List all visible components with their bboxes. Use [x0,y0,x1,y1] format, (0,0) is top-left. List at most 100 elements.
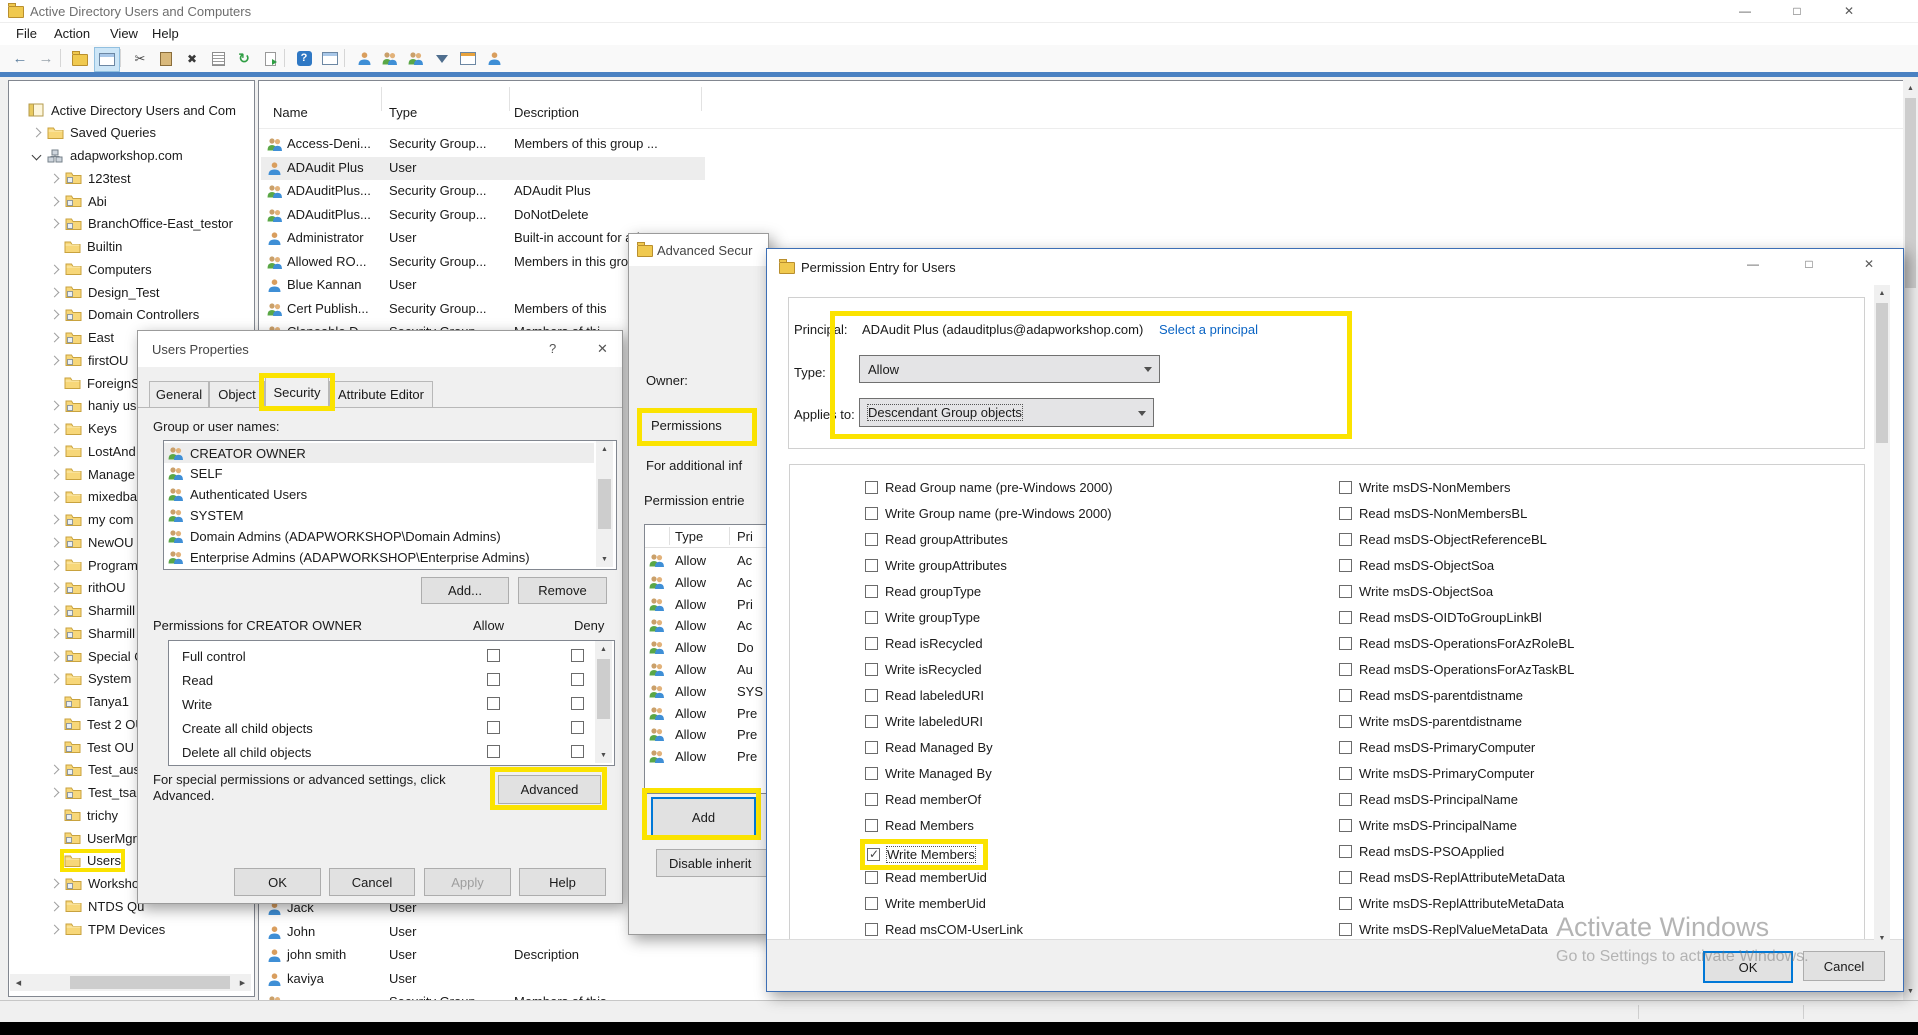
allow-checkbox[interactable] [487,721,500,734]
tree-item-body[interactable]: ForeignS [64,376,140,391]
permission-checkbox-row[interactable]: Write groupAttributes [865,558,1007,580]
permission-checkbox[interactable] [1339,481,1352,494]
up-level-icon[interactable] [68,47,92,70]
ok-button[interactable]: OK [1703,951,1793,983]
tree-item-body[interactable]: Test OU [64,740,134,755]
tree-item-east[interactable]: East [51,327,114,349]
scroll-up-icon[interactable]: ▲ [596,441,613,457]
tree-item-sharmill[interactable]: Sharmill [51,622,135,644]
chevron-right-icon[interactable] [50,401,60,411]
chevron-right-icon[interactable] [50,355,60,365]
menu-file[interactable]: File [10,26,43,44]
permission-entry-row[interactable]: AllowPre [645,704,769,724]
checkbox-row-body[interactable]: Read msDS-PrincipalName [1339,792,1518,807]
allow-checkbox[interactable] [487,673,500,686]
permission-checkbox-row[interactable]: Write msDS-NonMembers [1339,480,1510,502]
permission-entry-row[interactable]: AllowAc [645,551,769,571]
column-header-name[interactable]: Name [273,105,308,120]
checkbox-row-body[interactable]: Write groupType [865,610,980,625]
close-button[interactable]: ✕ [1849,249,1889,279]
tree-item-test-2-ou[interactable]: Test 2 OU [51,713,145,735]
permission-entry-row[interactable]: AllowSYS [645,682,769,702]
tree-item-body[interactable]: BranchOffice-East_testor [65,216,233,231]
permission-checkbox-row[interactable]: Read msDS-PrincipalName [1339,792,1518,814]
deny-checkbox[interactable] [571,673,584,686]
permission-entry-row[interactable]: AllowPre [645,747,769,767]
tree-item-foreigns[interactable]: ForeignS [51,372,140,394]
permission-checkbox-row[interactable]: Read Members [865,818,974,840]
tree-item-special-o[interactable]: Special O [51,645,144,667]
main-vscroll-thumb[interactable] [1905,98,1916,288]
checkbox-row-body[interactable]: Write msDS-NonMembers [1339,480,1510,495]
scroll-thumb[interactable] [597,659,610,719]
tree-item-lostand[interactable]: LostAnd [51,440,136,462]
checkbox-row-body[interactable]: Write Group name (pre-Windows 2000) [865,506,1112,521]
permission-checkbox-row[interactable]: Write msDS-parentdistname [1339,714,1522,736]
permission-checkbox[interactable] [865,897,878,910]
chevron-right-icon[interactable] [50,628,60,638]
tree-item-mixedba[interactable]: mixedba [51,486,137,508]
tree-item-sharmill[interactable]: Sharmill [51,600,135,622]
permission-checkbox[interactable] [1339,845,1352,858]
console-tree-icon[interactable] [318,47,342,70]
maximize-button[interactable]: □ [1773,0,1821,22]
permission-entry-row[interactable]: AllowAc [645,573,769,593]
chevron-right-icon[interactable] [50,560,60,570]
add-button[interactable]: Add [651,797,756,837]
allow-checkbox[interactable] [487,697,500,710]
help-button[interactable]: Help [519,868,606,896]
scroll-left-icon[interactable]: ◀ [10,974,27,991]
tree-item-body[interactable]: Test 2 OU [64,717,145,732]
tree-item-computers[interactable]: Computers [51,258,152,280]
chevron-right-icon[interactable] [50,264,60,274]
tree-item-body[interactable]: firstOU [65,353,128,368]
checkbox-row-body[interactable]: Write msDS-PrimaryComputer [1339,766,1534,781]
permission-entry-row[interactable]: AllowPri [645,595,769,615]
checkbox-row-body[interactable]: Write msDS-parentdistname [1339,714,1522,729]
tree-item-body[interactable]: Test_aus [65,762,140,777]
permission-checkbox[interactable] [865,559,878,572]
tree-item-system[interactable]: System [51,668,131,690]
tree-item-body[interactable]: NewOU [65,535,134,550]
chevron-right-icon[interactable] [50,765,60,775]
checkbox-row-body[interactable]: Read msDS-PSOApplied [1339,844,1504,859]
tree-hscrollbar[interactable]: ◀ ▶ [10,974,251,991]
tree-item-program[interactable]: Program [51,554,138,576]
tree-item-body[interactable]: Domain Controllers [65,307,199,322]
checkbox-row-body[interactable]: Read memberUid [865,870,987,885]
permission-checkbox[interactable] [865,507,878,520]
permission-checkbox-row[interactable]: Write Managed By [865,766,992,788]
permission-checkbox[interactable] [865,481,878,494]
scroll-thumb[interactable] [1876,303,1888,443]
permission-checkbox[interactable] [865,611,878,624]
tree-item-tpm-devices[interactable]: TPM Devices [51,918,165,940]
checkbox-row-body[interactable]: Read Group name (pre-Windows 2000) [865,480,1113,495]
checkbox-row-body[interactable]: Write msDS-ReplAttributeMetaData [1339,896,1564,911]
permission-checkbox-row[interactable]: Write groupType [865,610,980,632]
paste-icon[interactable] [154,47,178,70]
tree-item-body[interactable]: adapworkshop.com [47,148,183,163]
tree-item-body[interactable]: Sharmill [65,603,135,618]
permissions-tab[interactable]: Permissions [651,418,722,433]
allow-checkbox[interactable] [487,745,500,758]
group-names-list[interactable]: CREATOR OWNERSELFAuthenticated UsersSYST… [163,440,617,570]
checkbox-row-body[interactable]: Write groupAttributes [865,558,1007,573]
chevron-right-icon[interactable] [50,515,60,525]
header-divider[interactable] [509,87,510,111]
permission-checkbox[interactable] [1339,533,1352,546]
checkbox-row-body[interactable]: Write msDS-PrincipalName [1339,818,1517,833]
add-button[interactable]: Add... [421,577,509,604]
permission-entry-row[interactable]: AllowAc [645,616,769,636]
checkbox-row-body[interactable]: Read Managed By [865,740,993,755]
permission-entries-table[interactable]: Type Pri AllowAcAllowAcAllowPriAllowAcAl… [644,524,769,794]
checkbox-row-body[interactable]: Write isRecycled [865,662,982,677]
checkbox-row-body[interactable]: Read msDS-ObjectReferenceBL [1339,532,1547,547]
checkbox-row-body[interactable]: Read msDS-ObjectSoa [1339,558,1494,573]
tree-item-body[interactable]: NTDS Qu [65,899,144,914]
menu-action[interactable]: Action [48,26,96,44]
permission-row[interactable]: Write [169,695,589,717]
checkbox-row-body[interactable]: Read msDS-OperationsForAzTaskBL [1339,662,1574,677]
tree-item-active-directory-users-and-com[interactable]: Active Directory Users and Com [15,99,236,121]
chevron-right-icon[interactable] [50,424,60,434]
list-row[interactable]: ADAudit PlusUser [259,157,1902,180]
